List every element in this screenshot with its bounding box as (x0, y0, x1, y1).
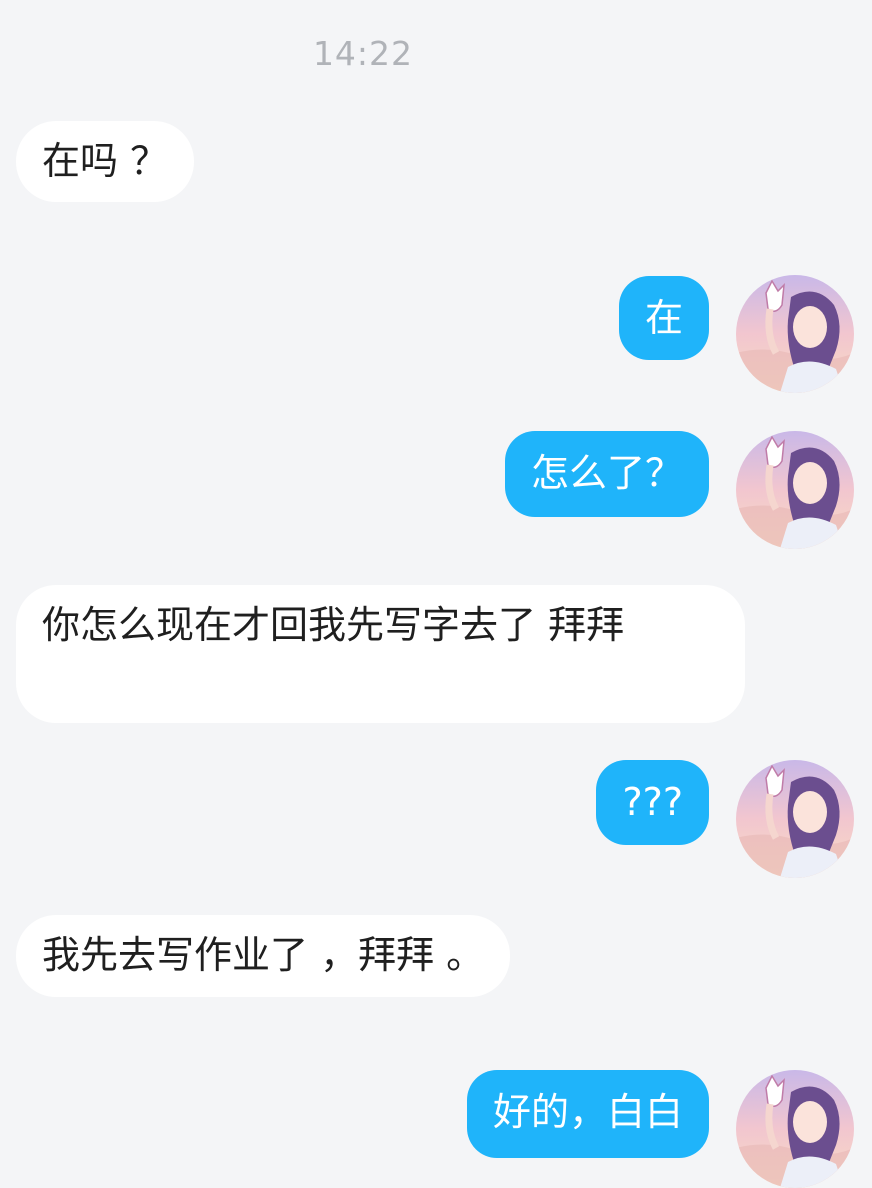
anime-girl-avatar-icon (736, 1070, 854, 1188)
chat-timestamp: 14:22 (312, 34, 414, 73)
anime-girl-avatar-icon (736, 275, 854, 393)
outgoing-message-bubble[interactable]: 在 (618, 276, 709, 360)
user-avatar[interactable] (736, 275, 854, 393)
outgoing-message-bubble[interactable]: ??? (596, 760, 709, 845)
outgoing-message-bubble[interactable]: 怎么了？ (504, 431, 709, 517)
user-avatar[interactable] (736, 760, 854, 878)
anime-girl-avatar-icon (736, 431, 854, 549)
user-avatar[interactable] (736, 431, 854, 549)
incoming-message-bubble[interactable]: 我先去写作业了 ，拜拜 。 (16, 915, 511, 997)
incoming-message-bubble[interactable]: 你怎么现在才回我先写字去了 拜拜 (16, 585, 745, 723)
incoming-message-bubble[interactable]: 在吗 ？ (16, 121, 195, 202)
anime-girl-avatar-icon (736, 760, 854, 878)
user-avatar[interactable] (736, 1070, 854, 1188)
outgoing-message-bubble[interactable]: 好的，白白 (466, 1070, 709, 1158)
